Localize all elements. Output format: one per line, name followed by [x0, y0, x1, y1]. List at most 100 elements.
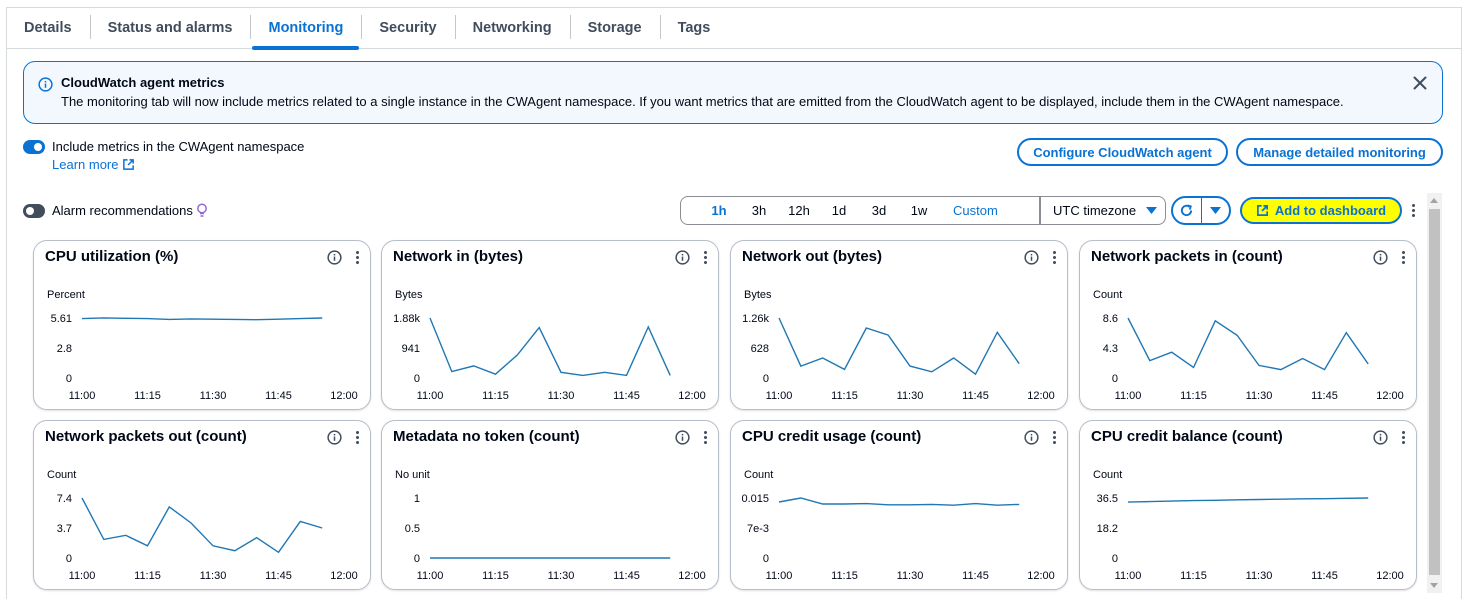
- card-actions-icon[interactable]: [1402, 251, 1405, 264]
- x-tick-label: 11:30: [897, 390, 924, 402]
- y-axis-label: No unit: [395, 469, 430, 481]
- configure-cloudwatch-agent-button[interactable]: Configure CloudWatch agent: [1017, 138, 1228, 166]
- scrollbar-thumb[interactable]: [1429, 209, 1440, 575]
- card-actions-icon[interactable]: [704, 251, 707, 264]
- range-3d[interactable]: 3d: [859, 203, 899, 218]
- x-tick-label: 11:30: [1246, 390, 1273, 402]
- refresh-icon: [1181, 204, 1193, 217]
- range-1d[interactable]: 1d: [819, 203, 859, 218]
- x-tick-label: 11:15: [134, 570, 161, 582]
- x-tick-label: 12:00: [1376, 390, 1404, 402]
- metric-card-title: Network packets in (count): [1091, 248, 1283, 265]
- x-tick-label: 12:00: [330, 390, 358, 402]
- add-to-dashboard-label: Add to dashboard: [1274, 203, 1387, 218]
- metric-card: Network packets out (count) Count 7.4 3.7 0 1…: [33, 420, 371, 590]
- y-tick-label: 941: [402, 343, 420, 355]
- manage-detailed-monitoring-button[interactable]: Manage detailed monitoring: [1236, 138, 1443, 166]
- range-12h[interactable]: 12h: [779, 203, 819, 218]
- line-chart: Count 8.6 4.3 0 11:00 11:15 11:30 11:45 12:00: [1093, 289, 1404, 402]
- panel-border-left: [6, 7, 7, 599]
- y-tick-label: 4.3: [1103, 343, 1118, 355]
- y-tick-label: 628: [751, 343, 769, 355]
- more-actions-icon[interactable]: [1412, 204, 1415, 217]
- card-actions-icon[interactable]: [356, 251, 359, 264]
- x-tick-label: 11:45: [265, 390, 292, 402]
- info-icon[interactable]: [1373, 250, 1388, 265]
- caret-down-icon: [1209, 206, 1221, 214]
- x-tick-label: 12:00: [1376, 570, 1404, 582]
- series-line: [429, 317, 671, 377]
- line-chart: Bytes 1.88k 941 0 11:00 11:15 11:30 11:45 12:00: [393, 289, 706, 402]
- lightbulb-icon: [197, 203, 207, 217]
- y-axis-label: Bytes: [395, 289, 423, 301]
- card-actions-icon[interactable]: [356, 431, 359, 444]
- y-axis-label: Count: [1093, 289, 1122, 301]
- x-tick-label: 11:15: [1180, 390, 1207, 402]
- refresh-options-button[interactable]: [1200, 198, 1230, 223]
- series-line: [81, 497, 323, 554]
- metric-card: Network packets in (count) Count 8.6 4.3 0 11…: [1079, 240, 1417, 410]
- y-tick-label: 0: [1112, 373, 1118, 385]
- info-icon: [38, 77, 53, 92]
- vertical-scrollbar[interactable]: [1427, 193, 1442, 593]
- scroll-up-arrow[interactable]: [1430, 198, 1438, 203]
- refresh-split-button: [1171, 196, 1231, 225]
- y-tick-label: 5.61: [51, 313, 72, 325]
- info-icon[interactable]: [675, 250, 690, 265]
- add-to-dashboard-button[interactable]: Add to dashboard: [1240, 197, 1402, 224]
- info-icon[interactable]: [327, 430, 342, 445]
- timezone-select[interactable]: UTC timezone: [1040, 196, 1166, 225]
- x-tick-label: 11:45: [1311, 570, 1338, 582]
- x-tick-label: 11:15: [482, 570, 509, 582]
- scroll-down-arrow[interactable]: [1430, 583, 1438, 588]
- x-tick-label: 11:00: [69, 570, 96, 582]
- y-tick-label: 0: [414, 553, 420, 565]
- info-icon[interactable]: [1373, 430, 1388, 445]
- card-actions-icon[interactable]: [704, 431, 707, 444]
- x-tick-label: 11:45: [962, 390, 989, 402]
- range-3h[interactable]: 3h: [739, 203, 779, 218]
- series-line: [778, 317, 1020, 376]
- alarm-recommendations-toggle[interactable]: [23, 204, 45, 218]
- close-icon[interactable]: [1412, 75, 1428, 91]
- tab-storage[interactable]: Storage: [569, 7, 660, 49]
- custom-label: Custom: [953, 203, 998, 218]
- tab-networking[interactable]: Networking: [454, 7, 570, 49]
- x-tick-label: 11:15: [831, 390, 858, 402]
- y-tick-label: 0: [1112, 553, 1118, 565]
- tab-security[interactable]: Security: [361, 7, 454, 49]
- refresh-button[interactable]: [1173, 198, 1201, 223]
- tab-tags[interactable]: Tags: [659, 7, 729, 49]
- range-1h[interactable]: 1h: [699, 203, 739, 218]
- alarm-recommendations-label: Alarm recommendations: [52, 203, 193, 218]
- tab-bar: Details Status and alarms Monitoring Sec…: [6, 7, 1462, 50]
- x-tick-label: 12:00: [678, 570, 706, 582]
- series-line: [81, 317, 323, 321]
- card-actions-icon[interactable]: [1053, 251, 1056, 264]
- x-tick-label: 11:15: [831, 570, 858, 582]
- x-tick-label: 11:45: [962, 570, 989, 582]
- info-icon[interactable]: [327, 250, 342, 265]
- cwagent-namespace-toggle[interactable]: [23, 140, 45, 154]
- tab-monitoring[interactable]: Monitoring: [250, 7, 361, 50]
- metric-card-title: CPU credit usage (count): [742, 428, 922, 445]
- card-actions-icon[interactable]: [1402, 431, 1405, 444]
- cwagent-toggle-label: Include metrics in the CWAgent namespace: [52, 139, 305, 154]
- card-actions-icon[interactable]: [1053, 431, 1056, 444]
- learn-more-link[interactable]: Learn more: [52, 157, 135, 172]
- x-tick-label: 11:45: [265, 570, 292, 582]
- info-icon[interactable]: [1024, 430, 1039, 445]
- range-1w[interactable]: 1w: [899, 203, 939, 218]
- line-chart: Count 36.5 18.2 0 11:00 11:15 11:30 11:45 12:00: [1093, 469, 1404, 582]
- x-tick-label: 11:45: [613, 570, 640, 582]
- tab-status-and-alarms[interactable]: Status and alarms: [89, 7, 251, 49]
- info-icon[interactable]: [1024, 250, 1039, 265]
- range-custom[interactable]: Custom: [953, 203, 998, 218]
- info-icon[interactable]: [675, 430, 690, 445]
- tab-details[interactable]: Details: [6, 7, 90, 49]
- y-tick-label: 36.5: [1097, 493, 1118, 505]
- metric-card-title: CPU credit balance (count): [1091, 428, 1283, 445]
- x-tick-label: 11:00: [417, 570, 444, 582]
- x-tick-label: 12:00: [678, 390, 706, 402]
- x-tick-label: 11:00: [1115, 570, 1142, 582]
